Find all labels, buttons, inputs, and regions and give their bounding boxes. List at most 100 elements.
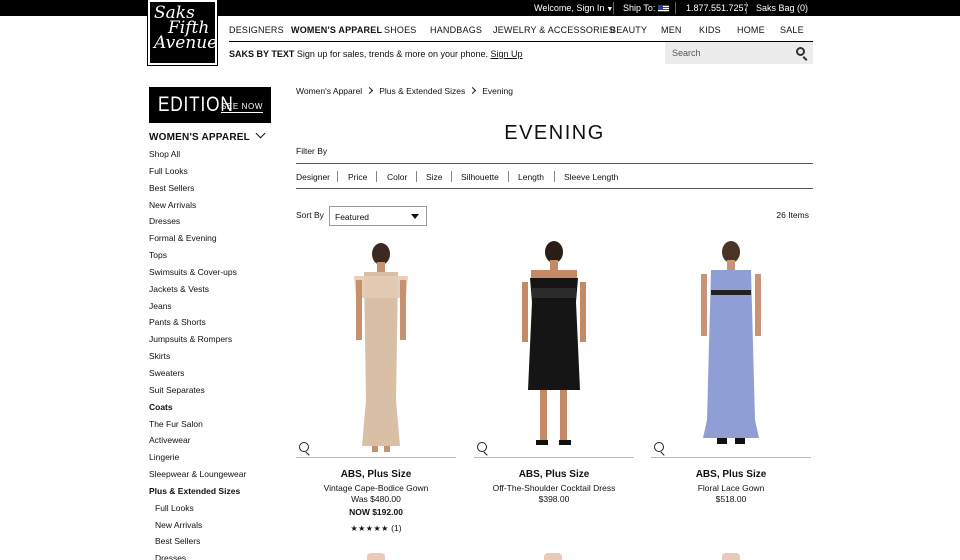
sidebar-item[interactable]: Sweaters [149,366,246,383]
product-name[interactable]: Floral Lace Gown [651,483,811,493]
product-image[interactable] [474,240,634,458]
filter-sleeve-length[interactable]: Sleeve Length [564,172,618,182]
quick-view-icon[interactable] [299,442,309,452]
nav-handbags[interactable]: HANDBAGS [430,25,482,35]
product-brand[interactable]: ABS, Plus Size [474,469,634,480]
product-name[interactable]: Off-The-Shoulder Cocktail Dress [474,483,634,493]
product-card[interactable]: ABS, Plus Size Off-The-Shoulder Cocktail… [474,240,634,540]
product-name[interactable]: Vintage Cape-Bodice Gown [296,483,456,493]
search-input[interactable]: Search [672,48,701,58]
model-hair [722,241,740,263]
breadcrumb-womens-apparel[interactable]: Women's Apparel [296,86,362,96]
nav-shoes[interactable]: SHOES [384,25,417,35]
sidebar-item[interactable]: Tops [149,248,246,265]
sidebar-item[interactable]: Best Sellers [149,181,246,198]
filter-price[interactable]: Price [348,172,367,182]
sidebar-item[interactable]: Swimsuits & Cover-ups [149,265,246,282]
sidebar-item[interactable]: Full Looks [149,501,246,518]
dress-mesh-panel [532,288,576,298]
divider [337,171,338,182]
product-card[interactable]: ABS, Plus Size Floral Lace Gown $518.00 [651,240,811,540]
divider [376,171,377,182]
filter-size[interactable]: Size [426,172,443,182]
model-shoe [536,440,548,445]
sidebar-item[interactable]: Jumpsuits & Rompers [149,332,246,349]
chevron-down-icon[interactable] [255,128,266,139]
sidebar-item[interactable]: Dresses [149,551,246,560]
sidebar-item[interactable]: Sleepwear & Loungewear [149,467,246,484]
sidebar-item[interactable]: Lingerie [149,450,246,467]
chevron-right-icon [366,86,374,95]
saks-logo[interactable]: Saks Fifth Avenue [147,0,218,66]
nav-beauty[interactable]: BEAUTY [610,25,647,35]
item-count: 26 Items [776,210,809,220]
sidebar-heading[interactable]: WOMEN'S APPAREL [149,128,266,143]
sidebar-item[interactable]: Full Looks [149,164,246,181]
sidebar-item[interactable]: Pants & Shorts [149,315,246,332]
next-product-image[interactable] [544,553,562,560]
saks-bag-link[interactable]: Saks Bag (0) [756,3,808,13]
quick-view-icon[interactable] [654,442,664,452]
sign-in-link[interactable]: Welcome, Sign In ▼ [534,3,613,13]
filter-color[interactable]: Color [387,172,407,182]
product-sale-price: NOW $192.00 [349,507,403,517]
nav-home[interactable]: HOME [737,25,765,35]
sidebar-item[interactable]: New Arrivals [149,518,246,535]
promo-sign-up-link[interactable]: Sign Up [491,49,523,59]
nav-men[interactable]: MEN [661,25,682,35]
product-brand[interactable]: ABS, Plus Size [651,469,811,480]
sidebar-item[interactable]: Dresses [149,214,246,231]
quick-view-icon[interactable] [477,442,487,452]
filter-by-label: Filter By [296,146,328,156]
model-arm [356,280,362,340]
sidebar-item[interactable]: The Fur Salon [149,417,246,434]
sidebar-item[interactable]: Best Sellers [149,534,246,551]
filter-designer[interactable]: Designer [296,172,330,182]
search-icon[interactable] [796,47,805,56]
nav-womens-apparel[interactable]: WOMEN'S APPAREL [291,25,382,35]
edition-banner[interactable]: EDITION SEE NOW [149,87,271,123]
promo-text: Sign up for sales, trends & more on your… [296,49,488,59]
product-card[interactable]: ABS, Plus Size Vintage Cape-Bodice Gown … [296,240,456,540]
sidebar-item[interactable]: Activewear [149,433,246,450]
nav-jewelry-accessories[interactable]: JEWELRY & ACCESSORIES [493,25,615,35]
sidebar-item[interactable]: Skirts [149,349,246,366]
model-hair [545,241,563,263]
filter-silhouette[interactable]: Silhouette [461,172,499,182]
phone-number[interactable]: 1.877.551.7257 [686,3,749,13]
sidebar-item[interactable]: Formal & Evening [149,231,246,248]
sidebar-item[interactable]: New Arrivals [149,198,246,215]
logo-line: Avenue [154,33,218,53]
next-product-image[interactable] [722,553,740,560]
model-neck [377,262,385,272]
product-price: $398.00 [538,494,570,504]
ship-to-selector[interactable]: Ship To: [623,3,670,13]
divider [416,171,417,182]
sidebar-item[interactable]: Coats [149,400,246,417]
next-product-image[interactable] [367,553,385,560]
page-title: EVENING [504,122,605,144]
nav-kids[interactable]: KIDS [699,25,721,35]
model-shoe [559,440,571,445]
see-now-link[interactable]: SEE NOW [221,102,263,113]
dress-waistband [711,290,751,295]
nav-designers[interactable]: DESIGNERS [229,25,284,35]
caret-down-icon [411,214,419,219]
filter-length[interactable]: Length [518,172,544,182]
promo-heading: SAKS BY TEXT [229,49,295,59]
product-image[interactable] [296,240,456,458]
sidebar-item[interactable]: Shop All [149,147,246,164]
sort-selected-value: Featured [335,212,370,222]
search-box[interactable]: Search [665,42,813,64]
breadcrumb-plus-extended[interactable]: Plus & Extended Sizes [379,86,465,96]
sidebar-item[interactable]: Plus & Extended Sizes [149,484,246,501]
product-brand[interactable]: ABS, Plus Size [296,469,456,480]
sort-select[interactable]: Featured [329,206,427,226]
sidebar-item[interactable]: Suit Separates [149,383,246,400]
sidebar-item[interactable]: Jeans [149,299,246,316]
product-rating[interactable]: ★★★★★ (1) [296,523,456,533]
nav-sale[interactable]: SALE [780,25,804,35]
sidebar-item[interactable]: Jackets & Vests [149,282,246,299]
product-image[interactable] [651,240,811,458]
model-foot [384,446,390,452]
